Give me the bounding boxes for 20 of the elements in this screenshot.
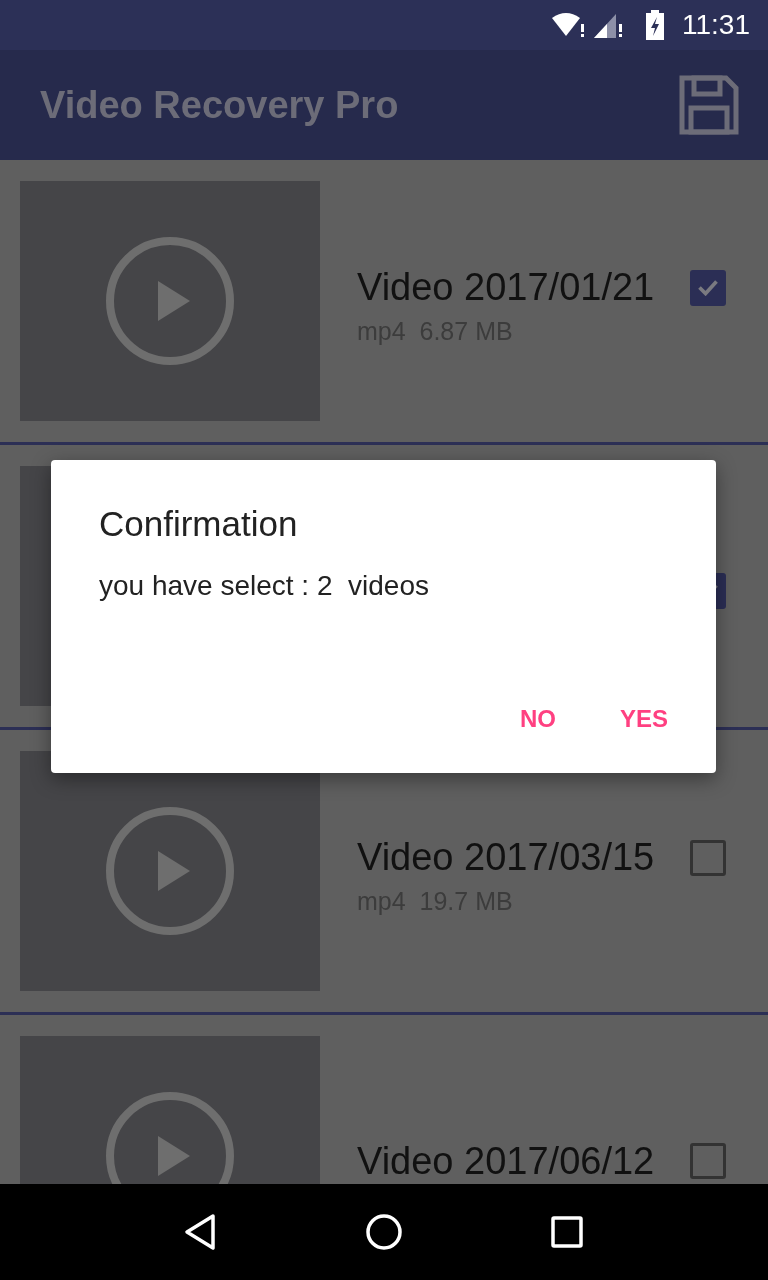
- video-title: Video 2017/03/15: [357, 836, 655, 879]
- no-button[interactable]: NO: [505, 699, 570, 739]
- yes-button[interactable]: YES: [605, 699, 682, 739]
- app-title: Video Recovery Pro: [40, 83, 399, 127]
- dialog-title: Confirmation: [99, 504, 299, 544]
- wifi-icon: [552, 12, 586, 38]
- video-thumbnail[interactable]: [20, 181, 320, 421]
- video-thumbnail[interactable]: [20, 751, 320, 991]
- checkmark-icon: [697, 279, 719, 296]
- battery-icon: [646, 10, 664, 40]
- dialog-message: you have select : 2 videos: [99, 570, 430, 602]
- checkbox[interactable]: [690, 269, 726, 306]
- checkbox[interactable]: [690, 839, 726, 876]
- save-icon[interactable]: [678, 74, 740, 136]
- signal-icon: [594, 12, 624, 38]
- video-title: Video 2017/06/12: [357, 1139, 655, 1183]
- clock-time: 11:31: [682, 9, 750, 41]
- video-title: Video 2017/01/21: [357, 266, 655, 309]
- checkbox[interactable]: [690, 1143, 726, 1179]
- home-icon[interactable]: [364, 1212, 404, 1252]
